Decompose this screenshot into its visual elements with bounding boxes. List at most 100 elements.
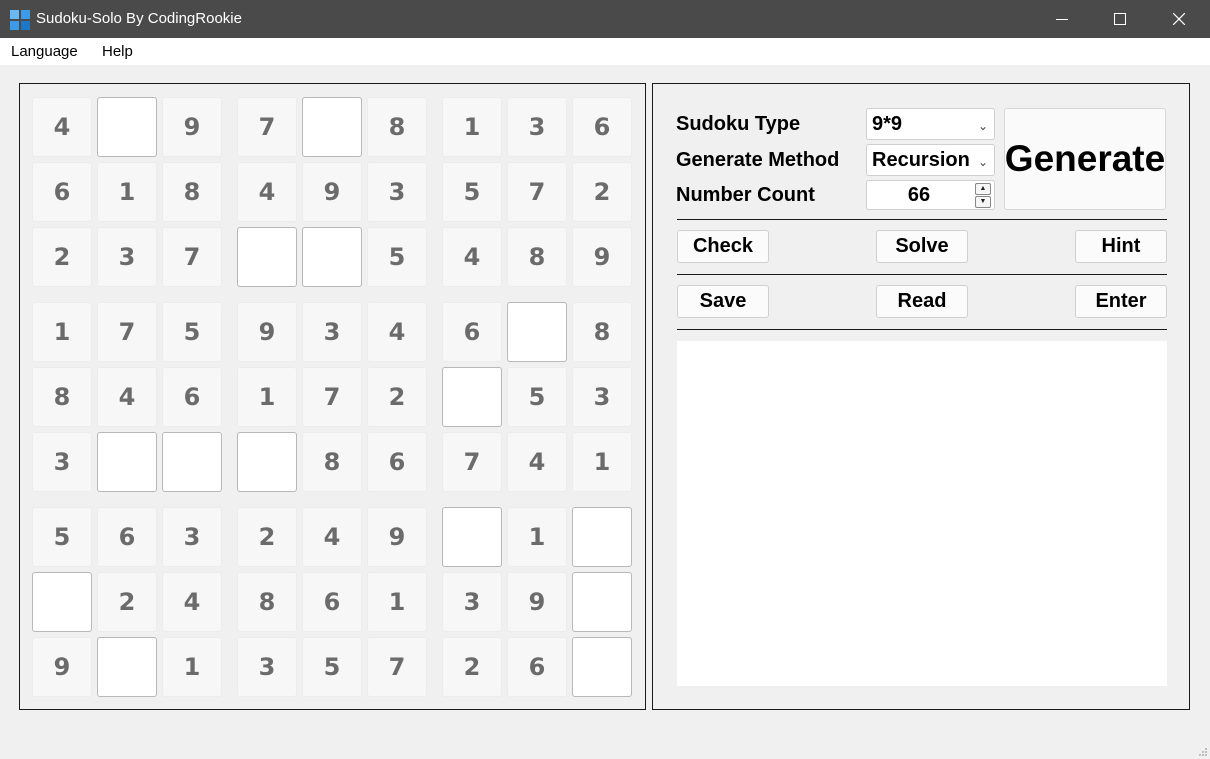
save-button[interactable]: Save <box>677 285 769 318</box>
generate-method-select[interactable]: Recursion ⌄ <box>866 144 995 176</box>
sudoku-cell-r9-c7: 2 <box>442 637 502 697</box>
app-icon <box>10 10 30 30</box>
sudoku-cell-r5-c5: 7 <box>302 367 362 427</box>
sudoku-cell-r3-c7: 4 <box>442 227 502 287</box>
sudoku-cell-r2-c3: 8 <box>162 162 222 222</box>
sudoku-cell-r9-c4: 3 <box>237 637 297 697</box>
decrement-button[interactable]: ▼ <box>975 196 991 208</box>
sudoku-cell-r4-c6: 4 <box>367 302 427 362</box>
sudoku-cell-r5-c9: 3 <box>572 367 632 427</box>
separator <box>677 274 1167 275</box>
sudoku-cell-r5-c6: 2 <box>367 367 427 427</box>
sudoku-cell-r4-c5: 3 <box>302 302 362 362</box>
sudoku-board: 4978136618493572237548917593468846172533… <box>19 83 646 710</box>
number-count-value: 66 <box>907 184 931 206</box>
increment-button[interactable]: ▲ <box>975 183 991 195</box>
sudoku-cell-r6-c5: 8 <box>302 432 362 492</box>
sudoku-cell-r1-c8: 3 <box>507 97 567 157</box>
chevron-down-icon: ⌄ <box>977 119 988 133</box>
sudoku-cell-r2-c6: 3 <box>367 162 427 222</box>
sudoku-cell-r4-c7: 6 <box>442 302 502 362</box>
sudoku-cell-r1-c7: 1 <box>442 97 502 157</box>
sudoku-cell-r3-c8: 8 <box>507 227 567 287</box>
sudoku-cell-r5-c2: 4 <box>97 367 157 427</box>
title-bar: Sudoku-Solo By CodingRookie <box>0 0 1210 38</box>
menu-language[interactable]: Language <box>11 43 78 61</box>
sudoku-cell-r8-c4: 8 <box>237 572 297 632</box>
sudoku-cell-r2-c5: 9 <box>302 162 362 222</box>
sudoku-cell-r1-c9: 6 <box>572 97 632 157</box>
sudoku-cell-r5-c8: 5 <box>507 367 567 427</box>
sudoku-cell-r1-c6: 8 <box>367 97 427 157</box>
number-count-stepper[interactable]: 66 ▲ ▼ <box>866 180 995 210</box>
sudoku-cell-r5-c3: 6 <box>162 367 222 427</box>
sudoku-cell-r7-c9[interactable] <box>572 507 632 567</box>
generate-button[interactable]: Generate <box>1004 108 1166 210</box>
chevron-down-icon: ⌄ <box>977 155 988 169</box>
sudoku-cell-r3-c3: 7 <box>162 227 222 287</box>
sudoku-cell-r3-c4[interactable] <box>237 227 297 287</box>
sudoku-cell-r6-c9: 1 <box>572 432 632 492</box>
sudoku-cell-r7-c5: 4 <box>302 507 362 567</box>
sudoku-cell-r8-c5: 6 <box>302 572 362 632</box>
sudoku-cell-r8-c7: 3 <box>442 572 502 632</box>
sudoku-cell-r8-c9[interactable] <box>572 572 632 632</box>
separator <box>677 219 1167 220</box>
sudoku-cell-r7-c3: 3 <box>162 507 222 567</box>
generate-method-value: Recursion <box>872 149 970 171</box>
maximize-button[interactable] <box>1091 0 1149 38</box>
sudoku-cell-r8-c3: 4 <box>162 572 222 632</box>
sudoku-cell-r4-c4: 9 <box>237 302 297 362</box>
sudoku-cell-r5-c7[interactable] <box>442 367 502 427</box>
sudoku-cell-r5-c1: 8 <box>32 367 92 427</box>
read-button[interactable]: Read <box>876 285 968 318</box>
separator <box>677 329 1167 330</box>
sudoku-cell-r2-c8: 7 <box>507 162 567 222</box>
output-area[interactable] <box>677 341 1167 686</box>
solve-button[interactable]: Solve <box>876 230 968 263</box>
menu-bar: Language Help <box>0 38 1210 65</box>
sudoku-cell-r8-c2: 2 <box>97 572 157 632</box>
sudoku-cell-r4-c9: 8 <box>572 302 632 362</box>
sudoku-cell-r6-c2[interactable] <box>97 432 157 492</box>
sudoku-cell-r3-c6: 5 <box>367 227 427 287</box>
hint-button[interactable]: Hint <box>1075 230 1167 263</box>
generate-method-label: Generate Method <box>676 149 840 171</box>
sudoku-cell-r2-c9: 2 <box>572 162 632 222</box>
minimize-button[interactable] <box>1033 0 1091 38</box>
sudoku-cell-r2-c1: 6 <box>32 162 92 222</box>
sudoku-cell-r1-c3: 9 <box>162 97 222 157</box>
sudoku-cell-r9-c2[interactable] <box>97 637 157 697</box>
sudoku-cell-r6-c4[interactable] <box>237 432 297 492</box>
sudoku-cell-r2-c2: 1 <box>97 162 157 222</box>
sudoku-cell-r7-c6: 9 <box>367 507 427 567</box>
sudoku-type-value: 9*9 <box>872 113 903 135</box>
sudoku-cell-r2-c7: 5 <box>442 162 502 222</box>
sudoku-cell-r4-c8[interactable] <box>507 302 567 362</box>
sudoku-cell-r7-c1: 5 <box>32 507 92 567</box>
sudoku-cell-r6-c6: 6 <box>367 432 427 492</box>
enter-button[interactable]: Enter <box>1075 285 1167 318</box>
sudoku-type-select[interactable]: 9*9 ⌄ <box>866 108 995 140</box>
sudoku-type-label: Sudoku Type <box>676 113 801 135</box>
close-button[interactable] <box>1150 0 1208 38</box>
sudoku-cell-r8-c6: 1 <box>367 572 427 632</box>
sudoku-cell-r6-c3[interactable] <box>162 432 222 492</box>
sudoku-cell-r1-c5[interactable] <box>302 97 362 157</box>
menu-help[interactable]: Help <box>102 43 133 61</box>
sudoku-cell-r1-c2[interactable] <box>97 97 157 157</box>
check-button[interactable]: Check <box>677 230 769 263</box>
sudoku-cell-r9-c6: 7 <box>367 637 427 697</box>
sudoku-cell-r8-c8: 9 <box>507 572 567 632</box>
number-count-label: Number Count <box>676 184 815 206</box>
sudoku-cell-r9-c9[interactable] <box>572 637 632 697</box>
sudoku-cell-r3-c5[interactable] <box>302 227 362 287</box>
close-icon <box>1173 13 1185 25</box>
sudoku-cell-r9-c1: 9 <box>32 637 92 697</box>
sudoku-cell-r3-c1: 2 <box>32 227 92 287</box>
sudoku-cell-r6-c7: 7 <box>442 432 502 492</box>
resize-grip-icon[interactable] <box>1198 747 1208 757</box>
sudoku-cell-r8-c1[interactable] <box>32 572 92 632</box>
sudoku-cell-r7-c7[interactable] <box>442 507 502 567</box>
window-title: Sudoku-Solo By CodingRookie <box>36 10 242 27</box>
